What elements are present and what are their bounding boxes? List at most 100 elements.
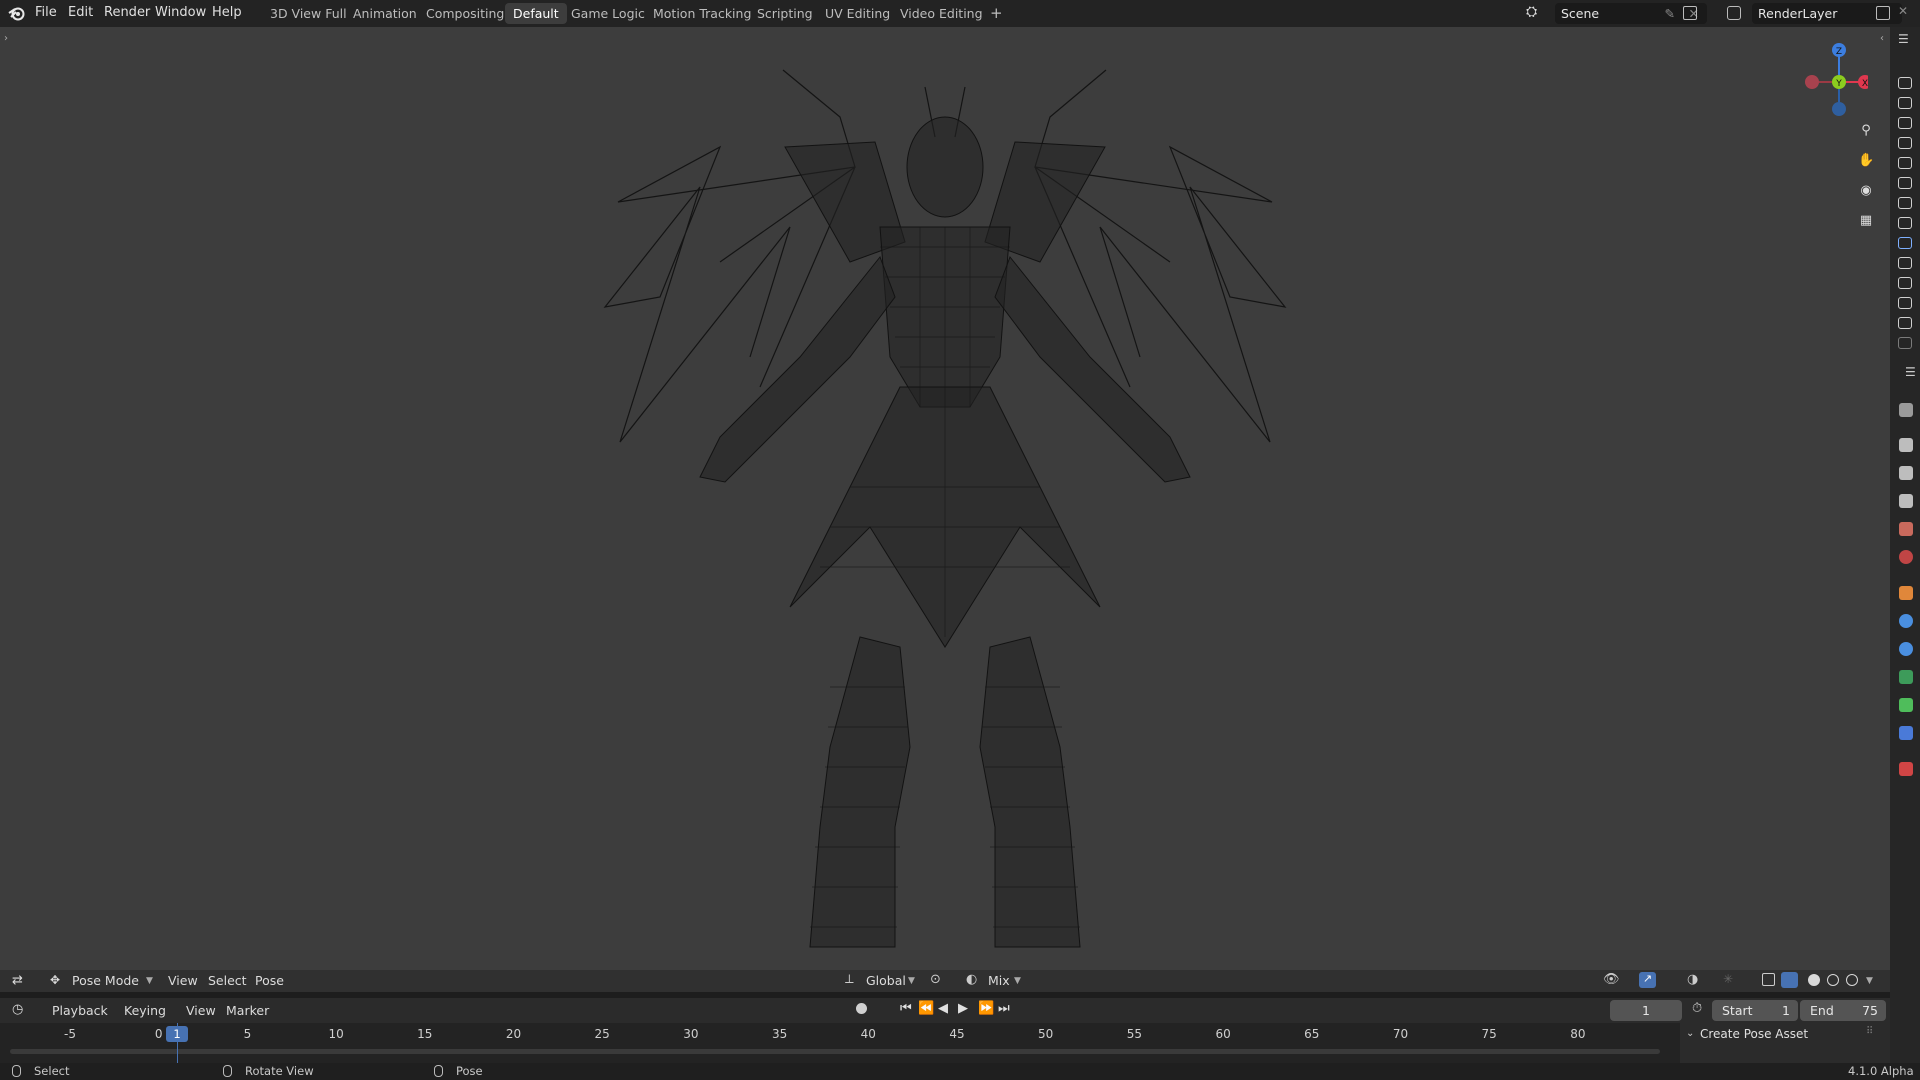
render-visibility-icon[interactable] — [1898, 217, 1912, 229]
render-visibility-icon[interactable] — [1898, 197, 1912, 209]
world-properties-icon[interactable] — [1899, 550, 1913, 564]
visibility-icon[interactable]: 👁 — [1603, 972, 1620, 987]
render-visibility-icon[interactable] — [1898, 317, 1912, 329]
menu-help[interactable]: Help — [212, 5, 242, 20]
blender-logo-icon[interactable] — [8, 5, 26, 21]
render-visibility-icon[interactable] — [1898, 337, 1912, 349]
jump-end-icon[interactable]: ⏭ — [998, 1001, 1010, 1016]
drag-handle-icon[interactable]: ⠿ — [1866, 1026, 1873, 1037]
scene-icon[interactable]: ⛭ — [1526, 4, 1537, 20]
render-visibility-icon[interactable] — [1898, 97, 1912, 109]
bone-overlay-icon[interactable]: ✳ — [1723, 972, 1733, 986]
tab-default[interactable]: Default — [505, 3, 567, 24]
add-workspace-button[interactable]: + — [982, 3, 1011, 24]
render-visibility-icon[interactable] — [1898, 277, 1912, 289]
physics-properties-icon[interactable] — [1899, 642, 1913, 656]
tab-animation[interactable]: Animation — [345, 3, 425, 24]
texture-properties-icon[interactable] — [1899, 762, 1913, 776]
gizmo-toggle-icon[interactable]: ↗ — [1639, 972, 1656, 988]
render-visibility-icon[interactable] — [1898, 137, 1912, 149]
render-visibility-icon[interactable] — [1898, 177, 1912, 189]
jump-keyframe-back-icon[interactable]: ⏪ — [918, 1001, 934, 1016]
camera-view-icon[interactable]: ◉ — [1858, 183, 1874, 199]
tab-video-editing[interactable]: Video Editing — [892, 3, 991, 24]
start-frame-field[interactable]: Start 1 — [1712, 1000, 1798, 1021]
object-data-armature-icon[interactable] — [1899, 670, 1913, 684]
menu-marker[interactable]: Marker — [226, 1003, 269, 1018]
render-properties-icon[interactable] — [1899, 438, 1913, 452]
menu-render[interactable]: Render — [104, 5, 150, 20]
current-frame-field[interactable]: 1 — [1610, 1000, 1682, 1021]
create-pose-asset-panel[interactable]: ⌄ Create Pose Asset ⠿ — [1680, 1023, 1890, 1065]
tab-3d-view-full[interactable]: 3D View Full — [262, 3, 355, 24]
object-properties-icon[interactable] — [1899, 586, 1913, 600]
render-visibility-icon[interactable] — [1898, 237, 1912, 249]
properties-editor-icon[interactable]: ☰ — [1905, 365, 1916, 379]
view-layer-properties-icon[interactable] — [1899, 494, 1913, 508]
tab-compositing[interactable]: Compositing — [418, 3, 512, 24]
navigation-gizmo[interactable]: Z X Y — [1798, 32, 1868, 124]
auto-keying-icon[interactable]: ◐ — [966, 972, 977, 987]
menu-playback[interactable]: Playback — [52, 1003, 108, 1018]
render-visibility-icon[interactable] — [1898, 157, 1912, 169]
sidebar-expand-icon[interactable]: ‹ — [1880, 33, 1884, 44]
blend-mode-selector[interactable]: Mix — [988, 973, 1010, 988]
modifier-properties-icon[interactable] — [1899, 614, 1913, 628]
end-frame-field[interactable]: End 75 — [1800, 1000, 1886, 1021]
menu-keying[interactable]: Keying — [124, 1003, 166, 1018]
menu-file[interactable]: File — [35, 5, 57, 20]
menu-edit[interactable]: Edit — [68, 5, 93, 20]
output-properties-icon[interactable] — [1899, 466, 1913, 480]
timeline-scrollbar[interactable] — [10, 1049, 1660, 1054]
menu-pose[interactable]: Pose — [255, 973, 284, 988]
tab-uv-editing[interactable]: UV Editing — [817, 3, 898, 24]
render-visibility-icon[interactable] — [1898, 257, 1912, 269]
view-layer-icon[interactable] — [1727, 6, 1741, 20]
tab-motion-tracking[interactable]: Motion Tracking — [645, 3, 759, 24]
render-visibility-icon[interactable] — [1898, 117, 1912, 129]
chevron-down-icon[interactable]: ▼ — [1866, 976, 1873, 986]
wireframe-shading-icon[interactable] — [1781, 972, 1798, 988]
editor-type-icon[interactable]: ⇄ — [12, 973, 23, 988]
menu-view[interactable]: View — [168, 973, 198, 988]
render-visibility-icon[interactable] — [1898, 297, 1912, 309]
tab-game-logic[interactable]: Game Logic — [563, 3, 653, 24]
rendered-shading-icon[interactable] — [1846, 974, 1858, 986]
solid-shading-icon[interactable] — [1808, 974, 1820, 986]
jump-keyframe-forward-icon[interactable]: ⏩ — [978, 1001, 994, 1016]
bone-properties-icon[interactable] — [1899, 698, 1913, 712]
render-visibility-icon[interactable] — [1898, 77, 1912, 89]
new-scene-icon[interactable] — [1683, 6, 1697, 20]
play-reverse-icon[interactable]: ◀ — [938, 1001, 948, 1016]
overlay-icon[interactable]: ◑ — [1687, 972, 1698, 987]
material-shading-icon[interactable] — [1827, 974, 1839, 986]
bone-constraint-properties-icon[interactable] — [1899, 726, 1913, 740]
outliner-icon[interactable]: ☰ — [1898, 32, 1909, 46]
pin-icon[interactable]: ✎ — [1665, 3, 1675, 24]
scene-properties-icon[interactable] — [1899, 522, 1913, 536]
grid-view-icon[interactable]: ▦ — [1858, 213, 1874, 229]
mode-selector[interactable]: Pose Mode — [72, 973, 139, 988]
new-view-layer-icon[interactable] — [1876, 6, 1890, 20]
menu-select[interactable]: Select — [208, 973, 247, 988]
zoom-icon[interactable]: ⚲ — [1858, 123, 1874, 139]
xray-icon[interactable] — [1762, 973, 1775, 986]
remove-view-layer-icon[interactable]: ✕ — [1898, 4, 1908, 18]
chevron-down-icon[interactable]: ⌄ — [1686, 1028, 1694, 1039]
3d-viewport[interactable]: Z X Y ⚲ ✋ ◉ ▦ › ‹ — [0, 27, 1890, 972]
timeline-area[interactable] — [0, 1023, 1680, 1065]
menu-view[interactable]: View — [186, 1003, 216, 1018]
record-icon[interactable] — [856, 1003, 867, 1014]
pivot-point-icon[interactable]: ⊙ — [930, 972, 941, 987]
pan-hand-icon[interactable]: ✋ — [1858, 153, 1874, 169]
timeline-editor-icon[interactable]: ◷ — [12, 1002, 23, 1017]
tool-properties-icon[interactable] — [1899, 403, 1913, 417]
jump-start-icon[interactable]: ⏮ — [900, 1001, 912, 1016]
menu-window[interactable]: Window — [155, 5, 206, 20]
preview-range-icon[interactable]: ⏱ — [1692, 1001, 1702, 1016]
tab-scripting[interactable]: Scripting — [749, 3, 821, 24]
toolbar-expand-icon[interactable]: › — [4, 33, 8, 44]
playhead-indicator[interactable]: 1 — [166, 1026, 188, 1042]
orientation-selector[interactable]: Global — [866, 973, 906, 988]
play-icon[interactable]: ▶ — [958, 1001, 968, 1016]
